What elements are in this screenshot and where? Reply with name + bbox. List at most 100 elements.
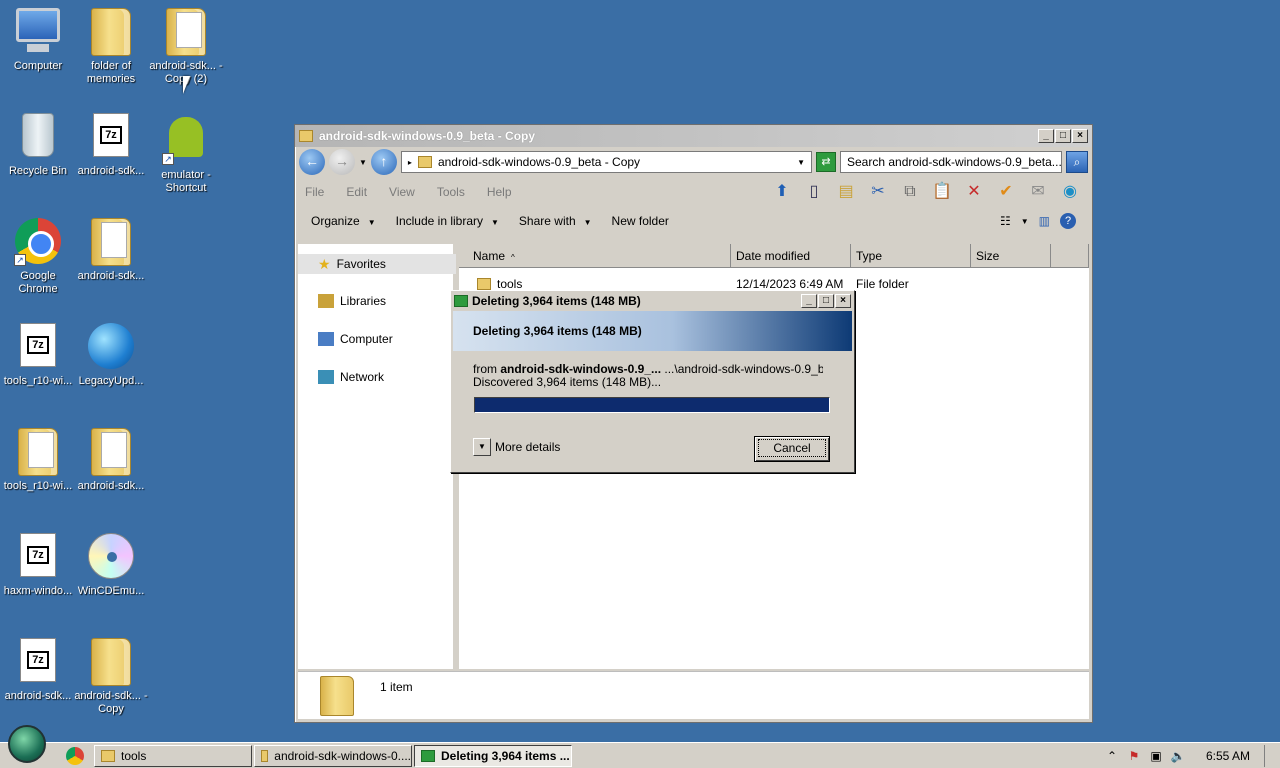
desktop-icon-tools-zip[interactable]: 7z tools_r10-wi... bbox=[0, 323, 76, 388]
view-dropdown-icon[interactable]: ▼ bbox=[1021, 217, 1029, 226]
view-options-icon[interactable]: ☷ bbox=[1000, 214, 1011, 228]
explorer-titlebar[interactable]: android-sdk-windows-0.9_beta - Copy _ □ … bbox=[295, 125, 1092, 147]
libraries-icon bbox=[318, 294, 334, 308]
desktop-icon-computer[interactable]: Computer bbox=[0, 8, 76, 73]
network-globe-icon[interactable]: ◉ bbox=[1058, 180, 1082, 204]
chevron-down-icon: ▼ bbox=[583, 218, 592, 227]
desktop-icon-android-sdk-zip[interactable]: 7z android-sdk... bbox=[73, 113, 149, 178]
dialog-titlebar[interactable]: Deleting 3,964 items (148 MB) _ □ × bbox=[451, 291, 854, 311]
taskbar-item-tools[interactable]: tools bbox=[94, 745, 252, 767]
desktop-icon-wincdemu[interactable]: WinCDEmu... bbox=[73, 533, 149, 598]
desktop-icon-android-sdk-zip-2[interactable]: 7z android-sdk... bbox=[0, 638, 76, 703]
desktop-icon-label: Recycle Bin bbox=[8, 165, 68, 177]
address-chevron-icon[interactable]: ▸ bbox=[408, 158, 412, 167]
show-desktop-button[interactable] bbox=[1264, 745, 1272, 767]
column-type[interactable]: Type bbox=[851, 244, 971, 268]
explorer-title: android-sdk-windows-0.9_beta - Copy bbox=[319, 129, 536, 143]
progress-bar bbox=[474, 397, 830, 413]
folder-icon bbox=[101, 750, 115, 762]
desktop-icon-legacyupdate[interactable]: LegacyUpd... bbox=[73, 323, 149, 388]
delete-progress-icon bbox=[421, 750, 435, 762]
desktop-icon-haxm-zip[interactable]: 7z haxm-windo... bbox=[0, 533, 76, 598]
chevron-down-icon: ▼ bbox=[473, 438, 491, 456]
search-input[interactable]: Search android-sdk-windows-0.9_beta... bbox=[840, 151, 1062, 173]
7z-archive-icon: 7z bbox=[14, 323, 62, 371]
desktop-icon-emulator-shortcut[interactable]: ↗ emulator - Shortcut bbox=[148, 113, 224, 195]
desktop-icon-label: android-sdk... - Copy bbox=[74, 690, 148, 715]
share-with-label: Share with bbox=[518, 214, 576, 228]
up-button[interactable]: ↑ bbox=[370, 149, 397, 175]
folder-icon bbox=[87, 8, 135, 56]
address-bar[interactable]: ▸ android-sdk-windows-0.9_beta - Copy ▼ bbox=[400, 151, 812, 173]
column-size[interactable]: Size bbox=[971, 244, 1051, 268]
menu-tools[interactable]: Tools bbox=[437, 185, 465, 199]
more-details-toggle[interactable]: ▼ More details bbox=[473, 438, 560, 456]
cut-icon[interactable]: ✂ bbox=[866, 180, 890, 204]
forward-button[interactable]: → bbox=[329, 149, 355, 175]
navigation-pane: ★ Favorites Libraries Computer Network bbox=[298, 244, 456, 669]
dialog-maximize-button[interactable]: □ bbox=[818, 294, 834, 308]
start-button[interactable] bbox=[8, 725, 46, 763]
column-date-modified[interactable]: Date modified bbox=[731, 244, 851, 268]
include-in-library-button[interactable]: Include in library ▼ bbox=[396, 214, 499, 228]
show-hidden-icons-icon[interactable]: ⌃ bbox=[1104, 748, 1120, 764]
address-text: android-sdk-windows-0.9_beta - Copy bbox=[437, 155, 641, 169]
nav-item-computer[interactable]: Computer bbox=[318, 332, 393, 346]
network-icon bbox=[318, 370, 334, 384]
taskbar-item-android-sdk[interactable]: android-sdk-windows-0.... bbox=[254, 745, 412, 767]
nav-item-label: Favorites bbox=[336, 257, 386, 271]
folder-options-icon[interactable]: ▤ bbox=[834, 180, 858, 204]
desktop-icon-tools-folder[interactable]: tools_r10-wi... bbox=[0, 428, 76, 493]
recent-pages-dropdown[interactable]: ▼ bbox=[359, 158, 367, 167]
desktop-icon-android-sdk-folder-2[interactable]: android-sdk... bbox=[73, 428, 149, 493]
chrome-taskbar-icon[interactable] bbox=[66, 747, 84, 765]
dialog-close-button[interactable]: × bbox=[835, 294, 851, 308]
address-dropdown-icon[interactable]: ▼ bbox=[797, 158, 805, 167]
chevron-down-icon: ▼ bbox=[491, 218, 499, 227]
column-name[interactable]: Name ^ bbox=[459, 244, 731, 268]
up-folder-icon[interactable]: ⬆ bbox=[770, 180, 794, 204]
share-with-button[interactable]: Share with ▼ bbox=[519, 214, 592, 228]
organize-button[interactable]: Organize ▼ bbox=[311, 214, 376, 228]
network-icon[interactable]: ▣ bbox=[1148, 748, 1164, 764]
clock[interactable]: 6:55 AM bbox=[1206, 749, 1250, 763]
menu-edit[interactable]: Edit bbox=[346, 185, 367, 199]
nav-item-favorites[interactable]: ★ Favorites bbox=[298, 254, 456, 274]
nav-item-network[interactable]: Network bbox=[318, 370, 384, 384]
paste-icon[interactable]: 📋 bbox=[930, 180, 954, 204]
maximize-button[interactable]: □ bbox=[1055, 129, 1071, 143]
email-icon[interactable]: ✉ bbox=[1026, 180, 1050, 204]
dialog-minimize-button[interactable]: _ bbox=[801, 294, 817, 308]
copy-icon[interactable]: ⧉ bbox=[898, 180, 922, 204]
desktop-icon-google-chrome[interactable]: ↗ Google Chrome bbox=[0, 218, 76, 296]
folder-icon bbox=[299, 130, 313, 142]
command-bar: Organize ▼ Include in library ▼ Share with… bbox=[295, 207, 1092, 235]
cancel-button[interactable]: Cancel bbox=[754, 436, 830, 462]
back-button[interactable]: ← bbox=[299, 149, 325, 175]
minimize-button[interactable]: _ bbox=[1038, 129, 1054, 143]
menu-help[interactable]: Help bbox=[487, 185, 512, 199]
nav-item-libraries[interactable]: Libraries bbox=[318, 294, 386, 308]
menu-file[interactable]: File bbox=[305, 185, 324, 199]
volume-icon[interactable]: 🔈 bbox=[1170, 748, 1186, 764]
preview-pane-icon[interactable]: ▥ bbox=[1039, 214, 1050, 228]
taskbar-item-deleting[interactable]: Deleting 3,964 items ... bbox=[414, 745, 572, 767]
new-folder-button[interactable]: New folder bbox=[612, 214, 669, 228]
desktop-icon-android-sdk-copy[interactable]: android-sdk... - Copy bbox=[73, 638, 149, 716]
nav-item-label: Libraries bbox=[340, 294, 387, 308]
zip-glyph: 7z bbox=[27, 546, 49, 564]
action-center-icon[interactable]: ⚑ bbox=[1126, 748, 1142, 764]
help-icon[interactable]: ? bbox=[1060, 213, 1076, 229]
delete-icon[interactable]: ✕ bbox=[962, 180, 986, 204]
menu-view[interactable]: View bbox=[389, 185, 415, 199]
search-icon[interactable]: ⌕ bbox=[1066, 151, 1088, 173]
desktop-icon-recycle-bin[interactable]: Recycle Bin bbox=[0, 113, 76, 178]
desktop-icon-folder-of-memories[interactable]: folder of memories bbox=[73, 8, 149, 86]
properties-icon[interactable]: ✔ bbox=[994, 180, 1018, 204]
desktop-icon-android-sdk-folder[interactable]: android-sdk... bbox=[73, 218, 149, 283]
folders-pane-icon[interactable]: ▯ bbox=[802, 180, 826, 204]
desktop-icon-android-sdk-copy-2[interactable]: android-sdk... - Copy (2) bbox=[148, 8, 224, 86]
refresh-button[interactable]: ⇄ bbox=[816, 152, 836, 172]
close-button[interactable]: × bbox=[1072, 129, 1088, 143]
desktop-icon-label: tools_r10-wi... bbox=[3, 480, 73, 492]
